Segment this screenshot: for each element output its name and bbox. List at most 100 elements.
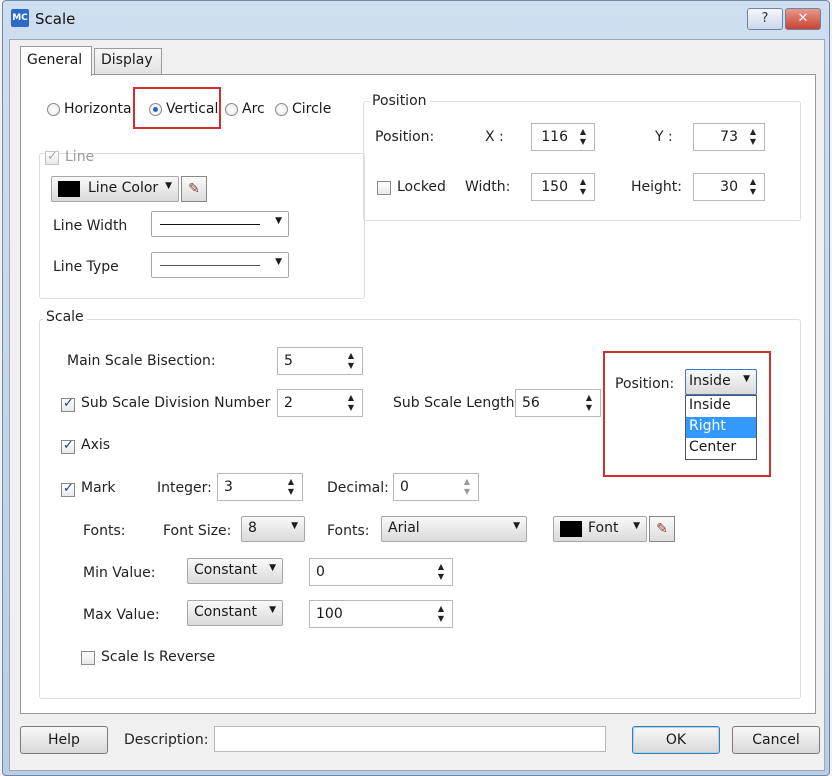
chevron-down-icon: ▼ [513, 521, 520, 531]
sub-division-label: Sub Scale Division Number [81, 395, 271, 411]
min-value-label: Min Value: [83, 565, 156, 581]
sub-division-spinner[interactable]: 2 ▲ ▼ [277, 389, 363, 417]
line-checkbox[interactable] [45, 149, 59, 165]
font-name-combo[interactable]: Arial ▼ [381, 516, 527, 542]
scale-position-combo[interactable]: Inside ▼ [685, 369, 757, 395]
option-inside[interactable]: Inside [686, 396, 756, 417]
font-size-value: 8 [248, 520, 257, 536]
y-label: Y : [655, 129, 673, 145]
chevron-down-icon: ▼ [275, 216, 282, 226]
decimal-spinner[interactable]: 0 ▲ ▼ [393, 473, 479, 501]
line-width-combo[interactable]: ▼ [151, 211, 289, 237]
radio-circle[interactable]: Circle [275, 101, 331, 117]
locked-label: Locked [397, 179, 446, 195]
height-label: Height: [631, 179, 682, 195]
x-label: X : [485, 129, 504, 145]
scale-position-label: Position: [615, 376, 675, 392]
help-titlebar-button[interactable]: ? [747, 8, 783, 30]
line-type-sample [160, 265, 260, 266]
main-bisection-spinner[interactable]: 5 ▲ ▼ [277, 347, 363, 375]
scale-reverse-checkbox[interactable] [81, 651, 95, 665]
option-center[interactable]: Center [686, 438, 756, 459]
max-value-label: Max Value: [83, 607, 160, 623]
min-value: 0 [316, 564, 325, 580]
decimal-label: Decimal: [327, 480, 389, 496]
title-bar: MC Scale ? ✕ [3, 1, 829, 39]
font-color-picker-icon[interactable]: ✎ [649, 516, 675, 542]
tab-general[interactable]: General [20, 46, 92, 76]
ok-button[interactable]: OK [632, 726, 720, 754]
chevron-down-icon: ▼ [275, 257, 282, 267]
description-field[interactable] [214, 726, 606, 752]
spin-arrows-icon[interactable]: ▲ ▼ [462, 477, 472, 497]
integer-spinner[interactable]: 3 ▲ ▼ [217, 473, 303, 501]
spin-arrows-icon[interactable]: ▲ ▼ [286, 477, 296, 497]
y-spinner[interactable]: 73 ▲ ▼ [693, 123, 765, 151]
line-type-combo[interactable]: ▼ [151, 252, 289, 278]
font-size-label: Font Size: [163, 523, 232, 539]
line-width-label: Line Width [53, 218, 128, 234]
window-title: Scale [35, 10, 76, 28]
option-right[interactable]: Right [686, 417, 756, 438]
integer-value: 3 [224, 479, 233, 495]
max-mode-value: Constant [194, 604, 257, 620]
radio-horizontal-dot[interactable] [47, 102, 60, 116]
radio-horizontal-label: Horizontal [64, 101, 136, 117]
line-color-picker-icon[interactable]: ✎ [181, 176, 207, 202]
width-label: Width: [465, 179, 511, 195]
app-icon: MC [11, 9, 29, 27]
chevron-down-icon: ▼ [743, 374, 750, 384]
mark-label: Mark [81, 480, 116, 496]
spin-arrows-icon[interactable]: ▲ ▼ [346, 393, 356, 413]
font-color-swatch [560, 521, 582, 537]
spin-arrows-icon[interactable]: ▲ ▼ [346, 351, 356, 371]
spin-arrows-icon[interactable]: ▲ ▼ [436, 604, 446, 624]
max-mode-combo[interactable]: Constant ▼ [187, 600, 283, 626]
mark-checkbox[interactable] [61, 481, 75, 497]
locked-checkbox[interactable] [377, 181, 391, 195]
min-mode-combo[interactable]: Constant ▼ [187, 558, 283, 584]
integer-label: Integer: [157, 480, 212, 496]
close-button[interactable]: ✕ [785, 8, 821, 30]
radio-circle-label: Circle [292, 101, 332, 117]
font-color-combo[interactable]: Font ▼ [553, 516, 647, 542]
tab-display[interactable]: Display [94, 48, 162, 74]
width-spinner[interactable]: 150 ▲ ▼ [531, 173, 595, 201]
max-value-spinner[interactable]: 100 ▲ ▼ [309, 600, 453, 628]
scale-group-title: Scale [43, 309, 87, 325]
x-spinner[interactable]: 116 ▲ ▼ [531, 123, 595, 151]
min-value-spinner[interactable]: 0 ▲ ▼ [309, 558, 453, 586]
spin-arrows-icon[interactable]: ▲ ▼ [748, 177, 758, 197]
spin-arrows-icon[interactable]: ▲ ▼ [436, 562, 446, 582]
description-label: Description: [124, 732, 209, 748]
help-button[interactable]: Help [20, 726, 108, 754]
spin-arrows-icon[interactable]: ▲ ▼ [578, 127, 588, 147]
fonts-label: Fonts: [83, 523, 126, 539]
max-value: 100 [316, 606, 343, 622]
spin-arrows-icon[interactable]: ▲ ▼ [584, 393, 594, 413]
radio-arc-label: Arc [242, 101, 265, 117]
spin-arrows-icon[interactable]: ▲ ▼ [578, 177, 588, 197]
axis-checkbox[interactable] [61, 438, 75, 454]
vertical-highlight-box [133, 87, 221, 129]
scale-dialog: MC Scale ? ✕ General Display Horizontal … [2, 0, 830, 776]
radio-arc-dot[interactable] [225, 102, 238, 116]
radio-horizontal[interactable]: Horizontal [47, 101, 135, 117]
axis-label: Axis [81, 437, 111, 453]
position-group [363, 101, 801, 221]
cancel-button[interactable]: Cancel [732, 726, 820, 754]
radio-circle-dot[interactable] [275, 102, 288, 116]
sub-division-checkbox[interactable] [61, 396, 75, 412]
height-spinner[interactable]: 30 ▲ ▼ [693, 173, 765, 201]
font-size-combo[interactable]: 8 ▼ [241, 516, 305, 542]
radio-arc[interactable]: Arc [225, 101, 265, 117]
sub-division-value: 2 [284, 395, 293, 411]
line-color-combo[interactable]: Line Color ▼ [51, 176, 179, 202]
font-color-label: Font [588, 520, 619, 536]
position-group-title: Position [369, 93, 430, 109]
scale-reverse-label: Scale Is Reverse [101, 649, 216, 665]
spin-arrows-icon[interactable]: ▲ ▼ [748, 127, 758, 147]
chevron-down-icon: ▼ [165, 181, 172, 191]
height-value: 30 [720, 179, 738, 195]
sub-length-spinner[interactable]: 56 ▲ ▼ [515, 389, 601, 417]
